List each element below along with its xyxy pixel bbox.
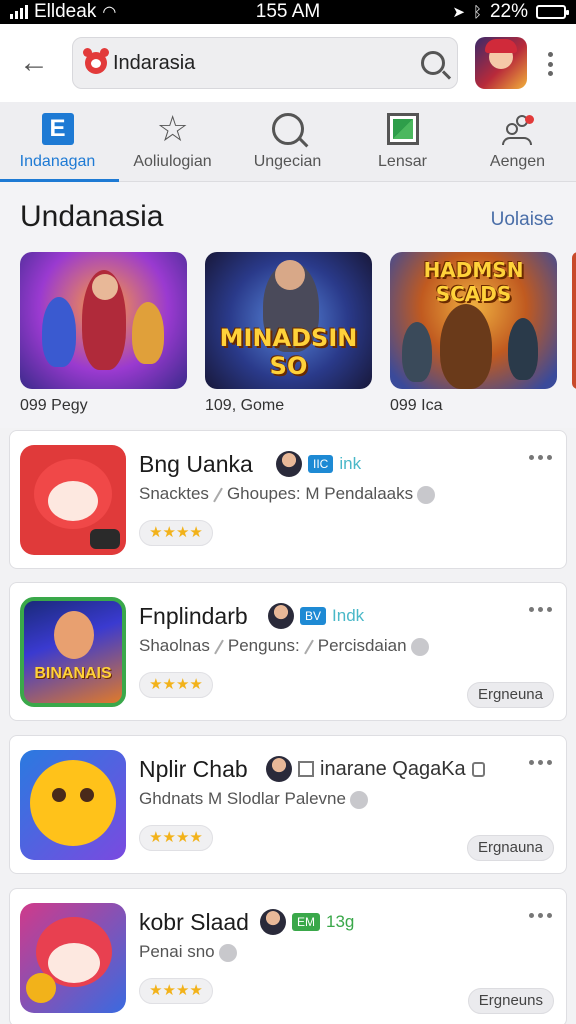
list-item[interactable]: kobr Slaad EM 13g Penai sno ★★★★ Ergneun… xyxy=(9,888,567,1024)
signal-icon xyxy=(10,5,28,19)
search-field[interactable]: Indarasia xyxy=(72,37,458,89)
rating-stars: ★★★★ xyxy=(139,978,213,1004)
badge: BV xyxy=(300,607,327,625)
more-options-button[interactable] xyxy=(529,913,552,918)
search-input[interactable]: Indarasia xyxy=(113,52,421,75)
favorite-icon[interactable] xyxy=(410,637,429,656)
arrow-left-icon: ← xyxy=(19,46,49,79)
search-icon xyxy=(271,112,304,145)
more-options-button[interactable] xyxy=(540,52,560,76)
featured-game-art: MINADSIN SO xyxy=(205,252,372,389)
app-subtitle: Snacktes Ghoupes: M Pendalaaks xyxy=(139,484,436,504)
app-name: Fnplindarb xyxy=(139,603,248,629)
app-name: Nplir Chab xyxy=(139,756,248,782)
section-title: Undanasia xyxy=(20,200,164,233)
checkbox-icon xyxy=(298,761,314,777)
e-box-icon: E xyxy=(41,112,74,145)
rating-stars: ★★★★ xyxy=(139,825,213,851)
featured-card[interactable]: 099 Pegy xyxy=(20,252,187,415)
featured-section: Undanasia Uolaise 099 Pegy MINADSIN SO 1… xyxy=(0,182,576,428)
wifi-icon: ◠ xyxy=(102,4,117,21)
featured-game-art xyxy=(20,252,187,389)
app-thumbnail xyxy=(20,445,126,555)
badge: IIC xyxy=(308,455,334,473)
app-subtitle: Penai sno xyxy=(139,942,237,962)
featured-art-title: HADMSN SCADS xyxy=(423,258,524,306)
favorite-icon[interactable] xyxy=(349,790,368,809)
note-icon xyxy=(471,761,485,777)
favorite-icon[interactable] xyxy=(218,943,237,962)
featured-caption: 099 Ica xyxy=(390,397,443,414)
status-bar: Elldeak ◠ 155 AM ➤ ᛒ 22% xyxy=(0,0,576,24)
featured-game-art: HADMSN SCADS xyxy=(390,252,557,389)
tab-aoliulogian[interactable]: ☆ Aoliulogian xyxy=(115,102,230,181)
separator-icon xyxy=(213,487,223,502)
featured-card[interactable]: HADMSN SCADS 099 Ica xyxy=(390,252,557,415)
app-tag: 13g xyxy=(326,912,355,931)
star-icon: ☆ xyxy=(156,107,189,149)
back-button[interactable]: ← xyxy=(14,43,54,83)
favorite-icon[interactable] xyxy=(417,485,436,504)
app-thumbnail xyxy=(20,750,126,860)
action-button[interactable]: Ergneuns xyxy=(467,988,554,1014)
list-item[interactable]: Bng Uanka IIC ink Snacktes Ghoupes: M Pen… xyxy=(9,430,567,569)
category-tabs: E Indanagan ☆ Aoliulogian Ungecian Lensa… xyxy=(0,102,576,182)
app-thumbnail: BINANAIS xyxy=(20,597,126,707)
action-button[interactable]: Ergnauna xyxy=(466,835,554,861)
app-name: kobr Slaad xyxy=(139,909,249,935)
developer-avatar xyxy=(268,603,294,629)
tab-ungecian[interactable]: Ungecian xyxy=(230,102,345,181)
rating-stars: ★★★★ xyxy=(139,520,213,546)
app-name: Bng Uanka xyxy=(139,451,253,477)
developer-avatar xyxy=(276,451,302,477)
action-button[interactable]: Ergneuna xyxy=(466,682,554,708)
search-icon[interactable] xyxy=(421,51,445,75)
list-item[interactable]: BINANAIS Fnplindarb BV Indk Shaolnas Peng… xyxy=(9,582,567,721)
carrier-name: Elldeak xyxy=(34,1,97,22)
more-options-button[interactable] xyxy=(529,607,552,612)
image-icon xyxy=(386,112,419,145)
location-icon: ➤ xyxy=(452,4,465,21)
list-item[interactable]: Nplir Chab inarane QagaKa Ghdnats M Slod… xyxy=(9,735,567,874)
app-tag: inarane QagaKa xyxy=(320,757,466,780)
app-tag: ink xyxy=(339,454,362,473)
featured-card[interactable]: MINADSIN SO 109, Gome xyxy=(205,252,372,415)
people-icon xyxy=(501,113,534,145)
badge: EM xyxy=(292,913,320,931)
featured-art-title: MINADSIN SO xyxy=(219,324,358,380)
app-tag: Indk xyxy=(332,606,365,625)
profile-avatar[interactable] xyxy=(475,37,527,89)
developer-avatar xyxy=(266,756,292,782)
app-thumbnail xyxy=(20,903,126,1013)
app-subtitle: Ghdnats M Slodlar Palevne xyxy=(139,789,368,809)
thumbnail-title: BINANAIS xyxy=(34,665,112,682)
more-options-button[interactable] xyxy=(529,760,552,765)
featured-caption: 099 Pegy xyxy=(20,397,88,414)
featured-card-peek[interactable] xyxy=(572,252,576,389)
see-all-link[interactable]: Uolaise xyxy=(491,209,554,231)
developer-avatar xyxy=(260,909,286,935)
tab-aengen[interactable]: Aengen xyxy=(460,102,575,181)
rating-stars: ★★★★ xyxy=(139,672,213,698)
more-options-button[interactable] xyxy=(529,455,552,460)
battery-icon xyxy=(536,5,569,19)
app-bar: ← Indarasia xyxy=(0,24,576,102)
app-subtitle: Shaolnas Penguns: Percisdaian xyxy=(139,636,429,656)
bluetooth-icon: ᛒ xyxy=(472,3,482,21)
featured-caption: 109, Gome xyxy=(205,397,285,414)
tab-indanagan[interactable]: E Indanagan xyxy=(0,102,119,182)
app-logo-icon xyxy=(83,48,109,74)
tab-lensar[interactable]: Lensar xyxy=(345,102,460,181)
battery-percent: 22% xyxy=(489,1,528,22)
